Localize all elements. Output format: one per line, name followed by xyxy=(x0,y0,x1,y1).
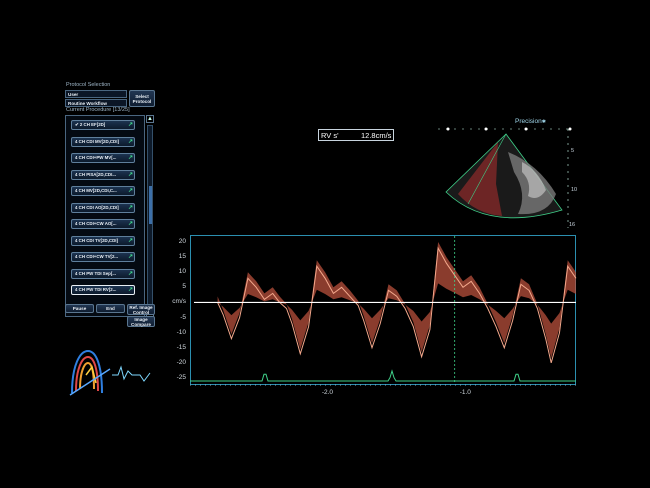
doppler-spectrum-chart xyxy=(190,236,577,386)
y-tick-label: 10 xyxy=(178,268,186,276)
x-tick-label: -2.0 xyxy=(321,389,334,396)
y-tick-label: 20 xyxy=(178,238,186,246)
y-tick-label: -10 xyxy=(176,328,186,336)
y-tick-label: -25 xyxy=(176,373,186,381)
x-tick-label: -1.0 xyxy=(459,389,471,396)
doppler-spectrum-band xyxy=(217,242,576,359)
y-axis-unit-label: cm/s xyxy=(172,298,186,306)
y-tick-label: 15 xyxy=(178,253,186,261)
y-tick-label: -5 xyxy=(180,313,186,321)
ecg-trace xyxy=(190,369,576,382)
y-tick-label: -15 xyxy=(176,343,186,351)
y-tick-label: -20 xyxy=(176,358,186,366)
y-tick-label: 5 xyxy=(182,283,186,291)
doppler-envelope-line xyxy=(217,246,577,364)
